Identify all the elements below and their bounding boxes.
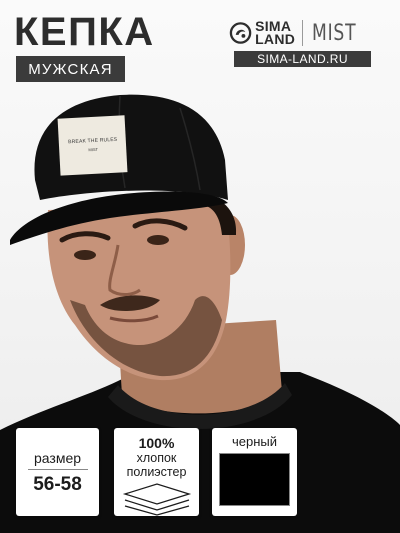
material-percent: 100% bbox=[138, 435, 175, 451]
size-divider bbox=[27, 469, 88, 470]
size-card: размер 56-58 bbox=[16, 428, 99, 516]
material-line2: полиэстер bbox=[126, 465, 187, 479]
brand-divider bbox=[302, 20, 304, 46]
fabric-layers-icon bbox=[122, 483, 191, 516]
color-card: черный bbox=[212, 428, 297, 516]
brand-logo: SIMA LAND MIST bbox=[229, 16, 369, 50]
brand-name-line2: LAND bbox=[255, 31, 296, 47]
product-title: КЕПКА bbox=[14, 10, 155, 54]
brand-name: SIMA LAND bbox=[255, 19, 296, 47]
right-eye-shape bbox=[147, 235, 169, 245]
color-label: черный bbox=[231, 434, 278, 449]
sub-brand-name: MIST bbox=[312, 20, 357, 46]
sima-land-swirl-icon bbox=[229, 22, 252, 44]
size-value: 56-58 bbox=[33, 474, 82, 495]
left-eye-shape bbox=[74, 250, 96, 260]
product-subtitle-badge: МУЖСКАЯ bbox=[16, 56, 125, 82]
color-swatch bbox=[219, 453, 290, 506]
size-label: размер bbox=[33, 450, 82, 466]
material-line1: хлопок bbox=[136, 451, 177, 465]
material-card: 100% хлопок полиэстер bbox=[114, 428, 199, 516]
website-badge: SIMA-LAND.RU bbox=[234, 51, 371, 67]
